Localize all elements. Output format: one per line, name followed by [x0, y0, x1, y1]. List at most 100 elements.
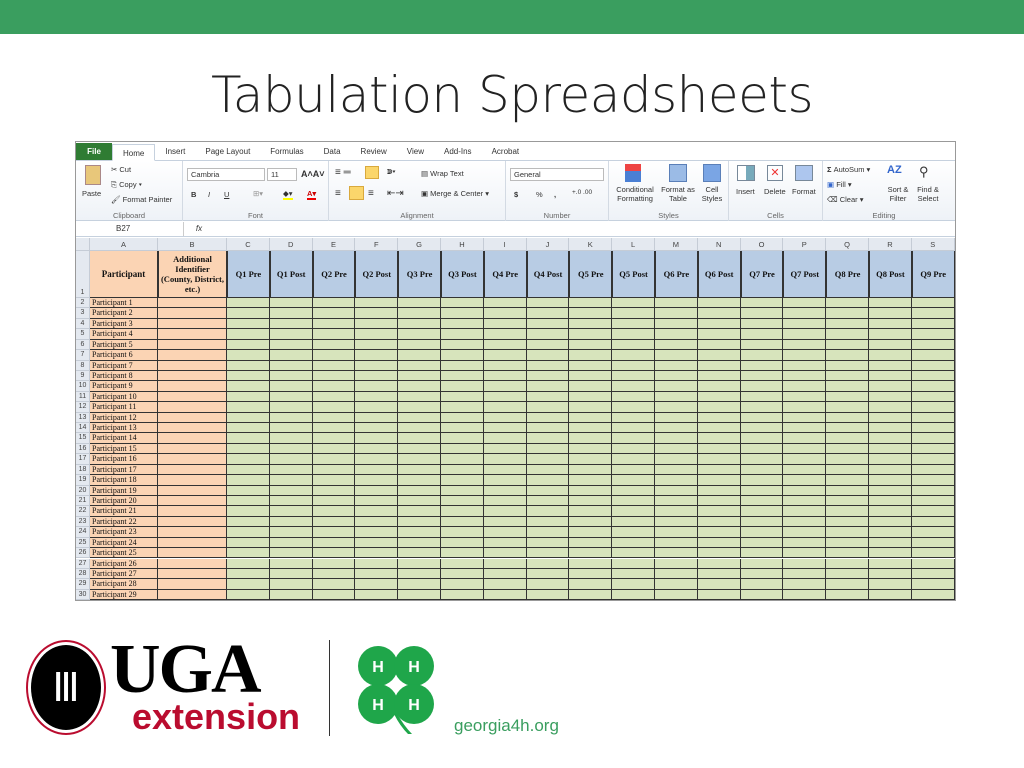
data-cell[interactable]	[398, 485, 441, 496]
data-cell[interactable]	[312, 329, 356, 340]
data-cell[interactable]	[826, 454, 869, 465]
data-cell[interactable]	[740, 308, 784, 319]
data-cell[interactable]	[697, 495, 741, 507]
data-cell[interactable]	[697, 548, 741, 559]
data-cell[interactable]	[483, 495, 527, 507]
data-cell[interactable]	[227, 558, 270, 569]
data-cell[interactable]	[158, 298, 227, 309]
data-cell[interactable]	[355, 537, 399, 549]
data-cell[interactable]	[355, 558, 399, 569]
data-cell[interactable]	[227, 350, 270, 361]
data-cell[interactable]	[740, 589, 784, 600]
data-cell[interactable]	[312, 464, 356, 476]
data-cell[interactable]	[441, 339, 484, 351]
data-cell[interactable]	[740, 454, 784, 465]
data-cell[interactable]	[441, 516, 484, 528]
data-cell[interactable]	[697, 485, 741, 496]
data-cell[interactable]	[612, 412, 655, 424]
data-cell[interactable]	[740, 381, 784, 392]
column-header-A[interactable]: A	[90, 238, 158, 251]
data-cell[interactable]	[269, 412, 313, 424]
row-header-1[interactable]: 1	[76, 251, 90, 298]
data-cell[interactable]	[483, 308, 527, 319]
data-cell[interactable]	[158, 516, 227, 528]
data-cell[interactable]	[158, 485, 227, 496]
data-cell[interactable]	[312, 433, 356, 444]
data-cell[interactable]	[655, 506, 698, 517]
data-cell[interactable]	[569, 464, 613, 476]
data-cell[interactable]	[911, 329, 955, 340]
data-cell[interactable]	[697, 381, 741, 392]
data-cell[interactable]	[740, 568, 784, 580]
column-header-K[interactable]: K	[569, 238, 613, 251]
data-cell[interactable]	[569, 350, 613, 361]
data-cell[interactable]	[911, 485, 955, 496]
data-cell[interactable]	[826, 516, 869, 528]
data-cell[interactable]	[783, 339, 827, 351]
data-cell[interactable]	[826, 548, 869, 559]
header-cell-F[interactable]: Q2 Post	[355, 251, 399, 298]
data-cell[interactable]	[398, 412, 441, 424]
format-as-table-button[interactable]: Format as Table	[659, 185, 697, 203]
data-cell[interactable]	[355, 527, 399, 538]
data-cell[interactable]	[783, 454, 827, 465]
data-cell[interactable]	[227, 548, 270, 559]
data-cell[interactable]	[355, 568, 399, 580]
data-cell[interactable]	[783, 506, 827, 517]
header-cell-I[interactable]: Q4 Pre	[483, 251, 527, 298]
data-cell[interactable]	[269, 537, 313, 549]
row-header-26[interactable]: 26	[76, 548, 90, 559]
data-cell[interactable]	[569, 412, 613, 424]
data-cell[interactable]	[826, 475, 869, 486]
row-header-5[interactable]: 5	[76, 329, 90, 340]
data-cell[interactable]	[526, 412, 570, 424]
tab-view[interactable]: View	[397, 143, 434, 160]
row-header-17[interactable]: 17	[76, 454, 90, 465]
data-cell[interactable]	[655, 402, 698, 413]
data-cell[interactable]	[526, 423, 570, 434]
data-cell[interactable]	[697, 433, 741, 444]
data-cell[interactable]	[158, 370, 227, 382]
data-cell[interactable]	[269, 308, 313, 319]
data-cell[interactable]	[483, 412, 527, 424]
participant-cell[interactable]: Participant 20	[90, 495, 158, 507]
data-cell[interactable]	[869, 391, 912, 403]
data-cell[interactable]	[655, 454, 698, 465]
data-cell[interactable]	[783, 370, 827, 382]
data-cell[interactable]	[655, 381, 698, 392]
data-cell[interactable]	[826, 568, 869, 580]
data-cell[interactable]	[697, 527, 741, 538]
row-header-11[interactable]: 11	[76, 391, 90, 403]
align-top-icon[interactable]: ≡ ═	[335, 167, 351, 178]
data-cell[interactable]	[911, 412, 955, 424]
data-cell[interactable]	[441, 464, 484, 476]
data-cell[interactable]	[826, 318, 869, 330]
row-header-29[interactable]: 29	[76, 579, 90, 590]
row-header-22[interactable]: 22	[76, 506, 90, 517]
data-cell[interactable]	[483, 537, 527, 549]
data-cell[interactable]	[483, 548, 527, 559]
data-cell[interactable]	[911, 298, 955, 309]
data-cell[interactable]	[740, 360, 784, 371]
data-cell[interactable]	[697, 423, 741, 434]
data-cell[interactable]	[398, 443, 441, 455]
data-cell[interactable]	[783, 537, 827, 549]
data-cell[interactable]	[911, 464, 955, 476]
data-cell[interactable]	[869, 423, 912, 434]
data-cell[interactable]	[826, 339, 869, 351]
data-cell[interactable]	[355, 433, 399, 444]
row-header-2[interactable]: 2	[76, 298, 90, 309]
participant-cell[interactable]: Participant 8	[90, 370, 158, 382]
data-cell[interactable]	[612, 391, 655, 403]
data-cell[interactable]	[158, 412, 227, 424]
data-cell[interactable]	[655, 298, 698, 309]
data-cell[interactable]	[569, 589, 613, 600]
data-cell[interactable]	[398, 298, 441, 309]
data-cell[interactable]	[227, 568, 270, 580]
data-cell[interactable]	[483, 516, 527, 528]
header-cell-H[interactable]: Q3 Post	[441, 251, 484, 298]
data-cell[interactable]	[441, 475, 484, 486]
data-cell[interactable]	[398, 381, 441, 392]
row-header-7[interactable]: 7	[76, 350, 90, 361]
data-cell[interactable]	[697, 370, 741, 382]
